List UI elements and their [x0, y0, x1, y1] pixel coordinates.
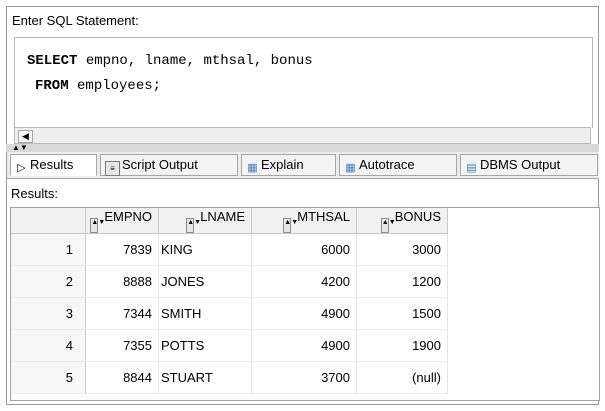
row-number: 2 [11, 265, 86, 298]
tab-label: DBMS Output [480, 157, 561, 172]
column-header-label: EMPNO [104, 208, 152, 224]
result-tabs: ▷ Results ≡ Script Output ▦ Explain ▦ Autotr… [7, 152, 599, 179]
results-table: ▲▼EMPNO ▲▼LNAME ▲▼MTHSAL ▲▼BONUS 1 7839 … [11, 208, 448, 394]
sql-line-1: SELECT empno, lname, mthsal, bonus [27, 53, 313, 69]
cell-bonus[interactable]: 1200 [356, 265, 448, 298]
cell-bonus[interactable]: 3000 [356, 233, 448, 266]
sql-editor[interactable]: SELECT empno, lname, mthsal, bonus FROM … [14, 37, 593, 128]
sql-select-list: empno, lname, mthsal, bonus [77, 53, 313, 69]
scroll-left-icon[interactable]: ◀ [18, 130, 33, 143]
table-row[interactable]: 1 7839 KING 6000 3000 [11, 233, 448, 266]
editor-horizontal-scrollbar[interactable]: ◀ [14, 127, 591, 144]
splitter-arrows-icon[interactable]: ▲▼ [12, 143, 28, 152]
explain-icon: ▦ [247, 162, 258, 174]
cell-mthsal[interactable]: 6000 [251, 233, 357, 266]
sort-icon[interactable]: ▲▼ [283, 217, 298, 233]
results-grid[interactable]: ▲▼EMPNO ▲▼LNAME ▲▼MTHSAL ▲▼BONUS 1 7839 … [10, 207, 600, 401]
tab-label: Results [30, 157, 74, 172]
results-label: Results: [11, 186, 58, 201]
sort-icon[interactable]: ▲▼ [380, 217, 396, 233]
cell-lname[interactable]: STUART [158, 361, 252, 394]
cell-mthsal[interactable]: 4200 [251, 265, 357, 298]
column-header-mthsal[interactable]: ▲▼MTHSAL [251, 208, 357, 234]
table-row[interactable]: 5 8844 STUART 3700 (null) [11, 361, 448, 394]
table-row[interactable]: 2 8888 JONES 4200 1200 [11, 265, 448, 298]
tab-dbms-output[interactable]: ▤ DBMS Output [460, 154, 598, 176]
pane-splitter[interactable]: ▲▼ [6, 143, 599, 152]
column-header-label: BONUS [394, 208, 441, 224]
sql-from-clause: employees; [68, 78, 162, 94]
column-header-empno[interactable]: ▲▼EMPNO [85, 208, 159, 234]
cell-lname[interactable]: KING [158, 233, 252, 266]
cell-empno[interactable]: 8888 [85, 265, 159, 298]
column-header-label: LNAME [200, 208, 245, 224]
row-number: 4 [11, 329, 86, 362]
cell-lname[interactable]: SMITH [158, 297, 252, 330]
dbms-icon: ▤ [466, 162, 477, 174]
play-icon: ▷ [17, 162, 26, 174]
cell-lname[interactable]: JONES [158, 265, 252, 298]
corner-cell [11, 208, 86, 234]
autotrace-icon: ▦ [345, 162, 356, 174]
sql-keyword-from: FROM [35, 78, 69, 94]
tab-label: Autotrace [359, 157, 415, 172]
column-header-lname[interactable]: ▲▼LNAME [158, 208, 252, 234]
tab-autotrace[interactable]: ▦ Autotrace [339, 154, 457, 176]
tab-label: Explain [261, 157, 304, 172]
row-number: 1 [11, 233, 86, 266]
cell-bonus[interactable]: 1500 [356, 297, 448, 330]
cell-empno[interactable]: 7839 [85, 233, 159, 266]
table-row[interactable]: 4 7355 POTTS 4900 1900 [11, 329, 448, 362]
sql-editor-label: Enter SQL Statement: [12, 13, 139, 28]
sort-icon[interactable]: ▲▼ [90, 217, 105, 233]
cell-empno[interactable]: 7355 [85, 329, 159, 362]
cell-empno[interactable]: 7344 [85, 297, 159, 330]
cell-mthsal[interactable]: 3700 [251, 361, 357, 394]
cell-lname[interactable]: POTTS [158, 329, 252, 362]
script-icon: ≡ [105, 161, 120, 176]
tab-label: Script Output [122, 157, 198, 172]
cell-empno[interactable]: 8844 [85, 361, 159, 394]
row-number: 5 [11, 361, 86, 394]
cell-mthsal[interactable]: 4900 [251, 297, 357, 330]
tab-script-output[interactable]: ≡ Script Output [100, 154, 238, 176]
cell-bonus[interactable]: 1900 [356, 329, 448, 362]
sql-keyword-select: SELECT [27, 53, 78, 69]
cell-bonus[interactable]: (null) [356, 361, 448, 394]
cell-mthsal[interactable]: 4900 [251, 329, 357, 362]
header-row: ▲▼EMPNO ▲▼LNAME ▲▼MTHSAL ▲▼BONUS [11, 208, 448, 234]
sort-icon[interactable]: ▲▼ [186, 217, 201, 233]
tab-results[interactable]: ▷ Results [10, 154, 97, 176]
column-header-label: MTHSAL [297, 208, 350, 224]
table-row[interactable]: 3 7344 SMITH 4900 1500 [11, 297, 448, 330]
tab-explain[interactable]: ▦ Explain [241, 154, 336, 176]
column-header-bonus[interactable]: ▲▼BONUS [356, 208, 448, 234]
row-number: 3 [11, 297, 86, 330]
sql-line-2: FROM employees; [35, 78, 161, 94]
